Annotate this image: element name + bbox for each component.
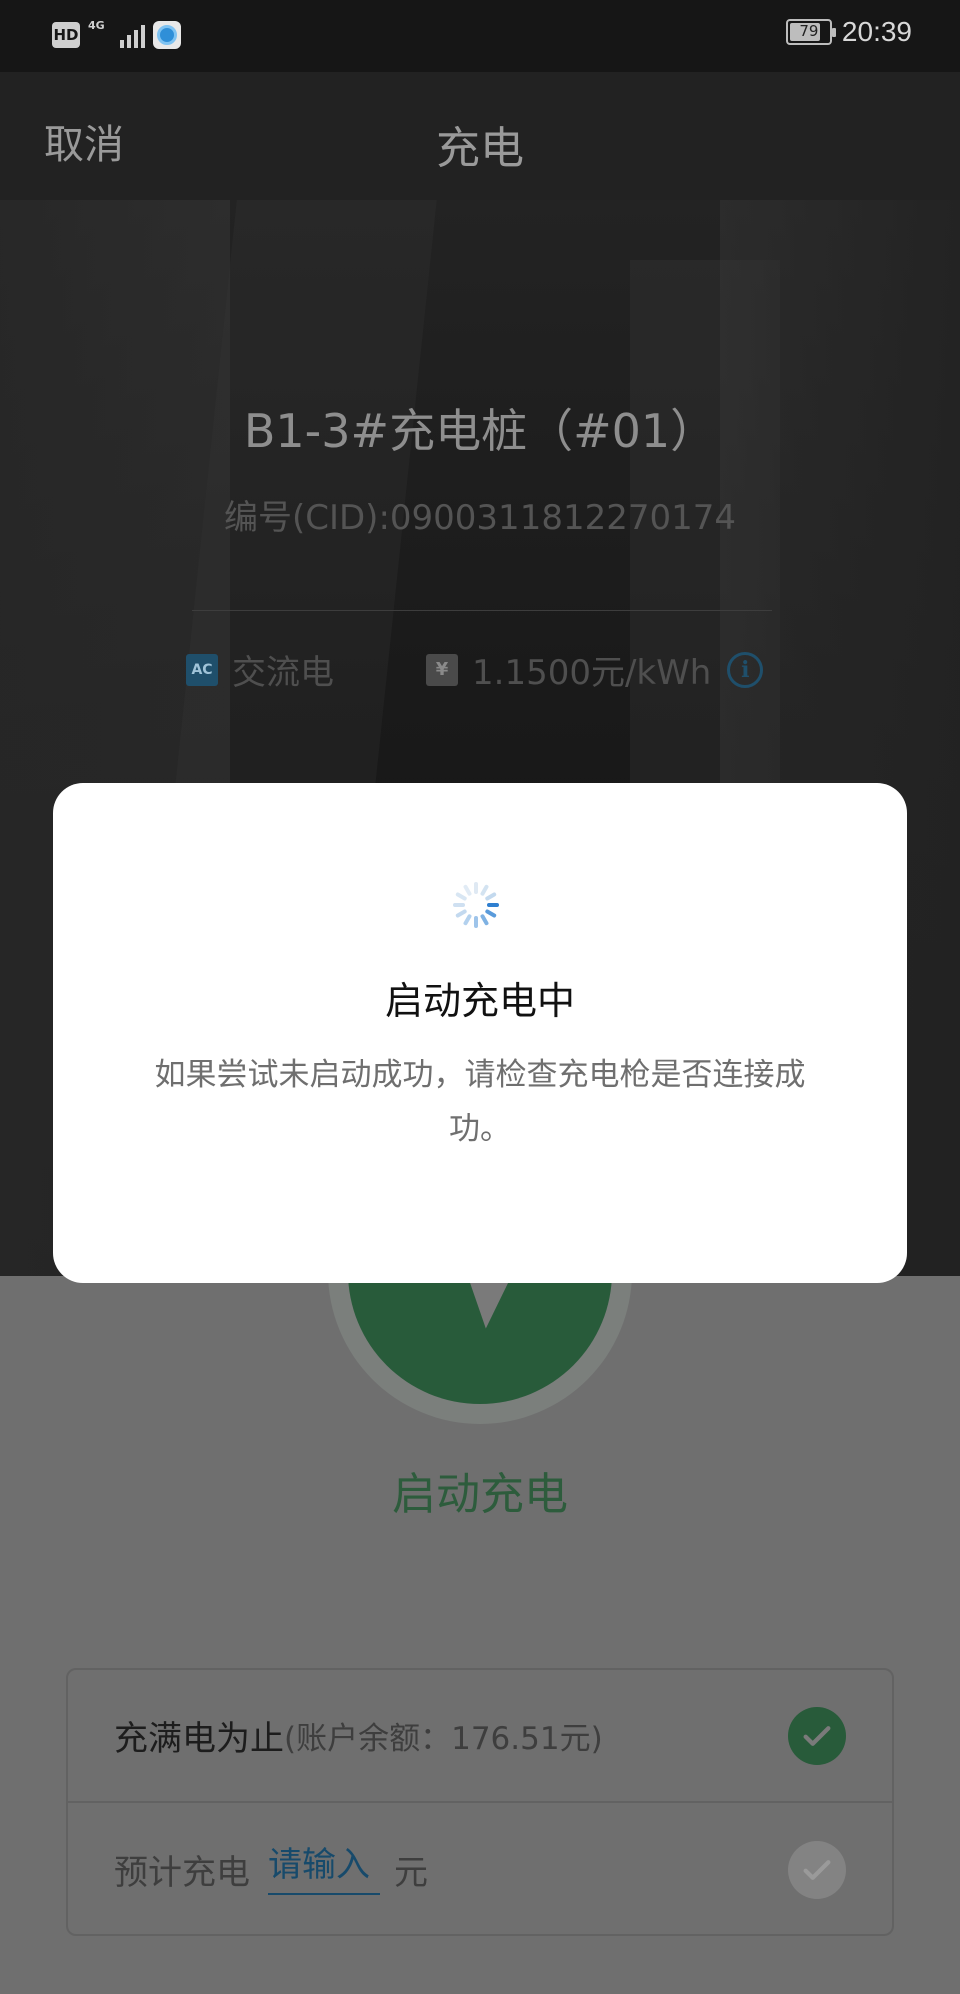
amount-unit: 元	[394, 1853, 428, 1893]
account-balance: (账户余额：176.51元)	[284, 1721, 603, 1757]
charging-options: 充满电为止 (账户余额：176.51元) 预计充电 元	[66, 1668, 894, 1936]
clock: 20:39	[841, 16, 912, 47]
loading-spinner-icon	[453, 882, 499, 928]
check-icon-selected[interactable]	[788, 1706, 846, 1765]
status-bar-right: 79 20:39	[785, 16, 912, 48]
dialog-title: 启动充电中	[384, 979, 575, 1023]
option-estimate-amount[interactable]: 预计充电 元	[68, 1803, 892, 1936]
station-name: B1-3#充电桩（#01）	[243, 404, 717, 458]
loading-dialog	[53, 783, 907, 1283]
ac-icon: AC	[186, 653, 218, 686]
battery-icon: 79	[785, 19, 836, 45]
divider	[192, 610, 772, 611]
station-cid: 编号(CID):0900311812270174	[223, 498, 737, 538]
price-text: 1.1500元/kWh	[472, 653, 712, 693]
charge-type: 交流电	[232, 653, 334, 693]
battery-level: 79	[799, 22, 819, 40]
info-icon[interactable]: i	[727, 651, 764, 688]
dialog-message: 如果尝试未启动成功，请检查充电枪是否连接成功。	[154, 1057, 806, 1147]
checkmark-icon	[803, 1725, 831, 1746]
start-charging-label[interactable]: 启动充电	[0, 1458, 960, 1522]
hd-badge: HD	[52, 22, 80, 48]
status-bar-left: HD 4G	[52, 20, 181, 50]
checkmark-icon	[803, 1859, 831, 1880]
full-charge-label: 充满电为止	[114, 1719, 284, 1759]
network-type: 4G	[88, 20, 112, 50]
page-title: 充电	[436, 123, 524, 174]
amount-input[interactable]	[268, 1844, 380, 1895]
option-full-charge[interactable]: 充满电为止 (账户余额：176.51元)	[68, 1670, 892, 1803]
estimate-label: 预计充电	[114, 1853, 250, 1893]
price-icon: ¥	[426, 653, 458, 686]
app-notification-icon	[153, 21, 181, 49]
check-icon-unselected[interactable]	[788, 1840, 846, 1899]
station-info-line: AC 交流电 ¥ 1.1500元/kWh i	[186, 645, 764, 694]
status-bar: HD 4G 79 20:39	[0, 0, 960, 72]
network-type-label: 4G	[88, 19, 105, 32]
nav-bar: 取消 充电	[0, 72, 960, 200]
signal-icon	[120, 22, 145, 48]
